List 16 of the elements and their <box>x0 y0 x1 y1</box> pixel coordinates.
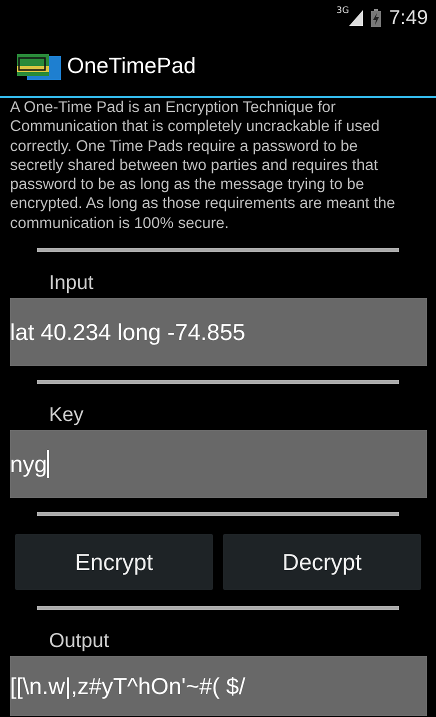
text-field[interactable]: nyg <box>10 430 427 498</box>
clock: 7:49 <box>389 6 428 30</box>
battery-icon <box>371 9 382 27</box>
field-label: Key <box>48 404 84 428</box>
app-logo-icon <box>17 52 61 80</box>
output-field[interactable]: [[\n.w|,z#yT^hOn'~#( $/ <box>10 656 427 716</box>
encrypt-button[interactable]: Encrypt <box>15 534 213 590</box>
app-title: OneTimePad <box>67 53 196 79</box>
network-type: 3G <box>336 6 350 16</box>
text-cursor <box>47 450 50 478</box>
signal-icon <box>349 10 364 26</box>
field-label: Output <box>48 630 110 654</box>
description-text: A One-Time Pad is an Encryption Technique for Communication that is completely uncrackable if used correctly. One Time Pads require a password to be secretly shared between two parties and requires that password to be as long as the message trying to be encrypted. As long as those requirements are meant the communication is 100% secure. <box>9 98 396 234</box>
text-field[interactable]: lat 40.234 long -74.855 <box>10 298 427 366</box>
decrypt-button[interactable]: Decrypt <box>223 534 421 590</box>
field-label: Input <box>48 272 94 296</box>
